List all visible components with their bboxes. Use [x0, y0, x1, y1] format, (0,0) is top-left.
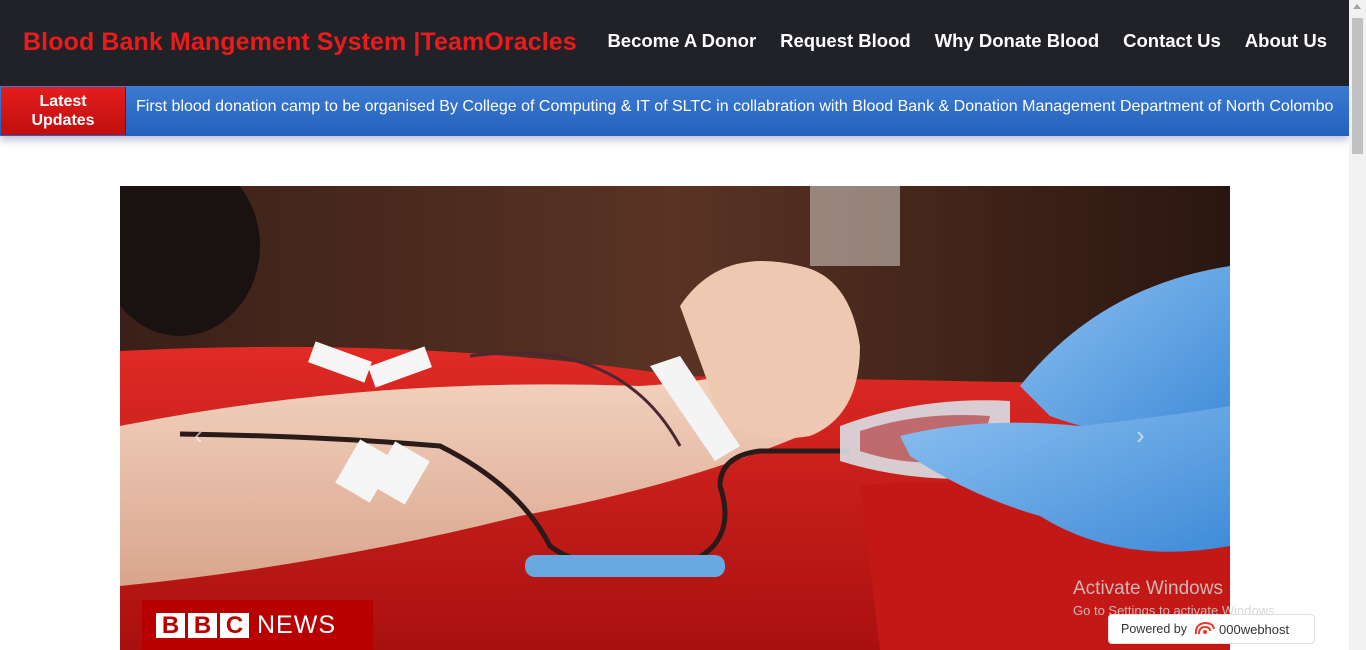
powered-by-text: Powered by	[1121, 622, 1188, 636]
bbc-news-logo: B B C NEWS	[142, 600, 373, 650]
latest-label-line2: Updates	[31, 112, 95, 129]
scroll-up-icon[interactable]	[1353, 4, 1361, 9]
carousel-next-icon[interactable]: ›	[1136, 420, 1145, 451]
bbc-letter-2: B	[188, 612, 217, 638]
blood-donation-image	[120, 186, 1230, 650]
navbar: Blood Bank Mangement System |TeamOracles…	[0, 0, 1349, 86]
bbc-letter-3: C	[220, 612, 249, 638]
updates-ticker-text[interactable]: First blood donation camp to be organise…	[136, 98, 1333, 116]
page-scrollbar[interactable]	[1349, 0, 1366, 650]
latest-updates-label: Latest Updates	[1, 87, 126, 135]
hero-carousel[interactable]: ‹ › B B C NEWS	[120, 186, 1230, 650]
activate-windows-watermark: Activate Windows Go to Settings to activ…	[1073, 578, 1278, 618]
nav-become-donor[interactable]: Become A Donor	[607, 30, 756, 52]
nav-about-us[interactable]: About Us	[1245, 30, 1327, 52]
powered-by-badge[interactable]: Powered by 000webhost	[1108, 614, 1315, 644]
latest-updates-bar: Latest Updates First blood donation camp…	[0, 86, 1349, 136]
nav-request-blood[interactable]: Request Blood	[780, 30, 911, 52]
host-name: 000webhost	[1219, 621, 1290, 637]
carousel-prev-icon[interactable]: ‹	[194, 420, 203, 451]
brand-title[interactable]: Blood Bank Mangement System |TeamOracles	[23, 28, 577, 57]
bbc-letter-1: B	[156, 612, 185, 638]
nav-links: Become A Donor Request Blood Why Donate …	[607, 30, 1327, 52]
bbc-news-word: NEWS	[257, 610, 336, 639]
activate-title: Activate Windows	[1073, 578, 1223, 599]
latest-label-line1: Latest	[39, 93, 87, 110]
scroll-thumb[interactable]	[1352, 18, 1363, 154]
nav-why-donate[interactable]: Why Donate Blood	[935, 30, 1099, 52]
webhost-swirl-icon	[1194, 621, 1216, 635]
nav-contact-us[interactable]: Contact Us	[1123, 30, 1221, 52]
